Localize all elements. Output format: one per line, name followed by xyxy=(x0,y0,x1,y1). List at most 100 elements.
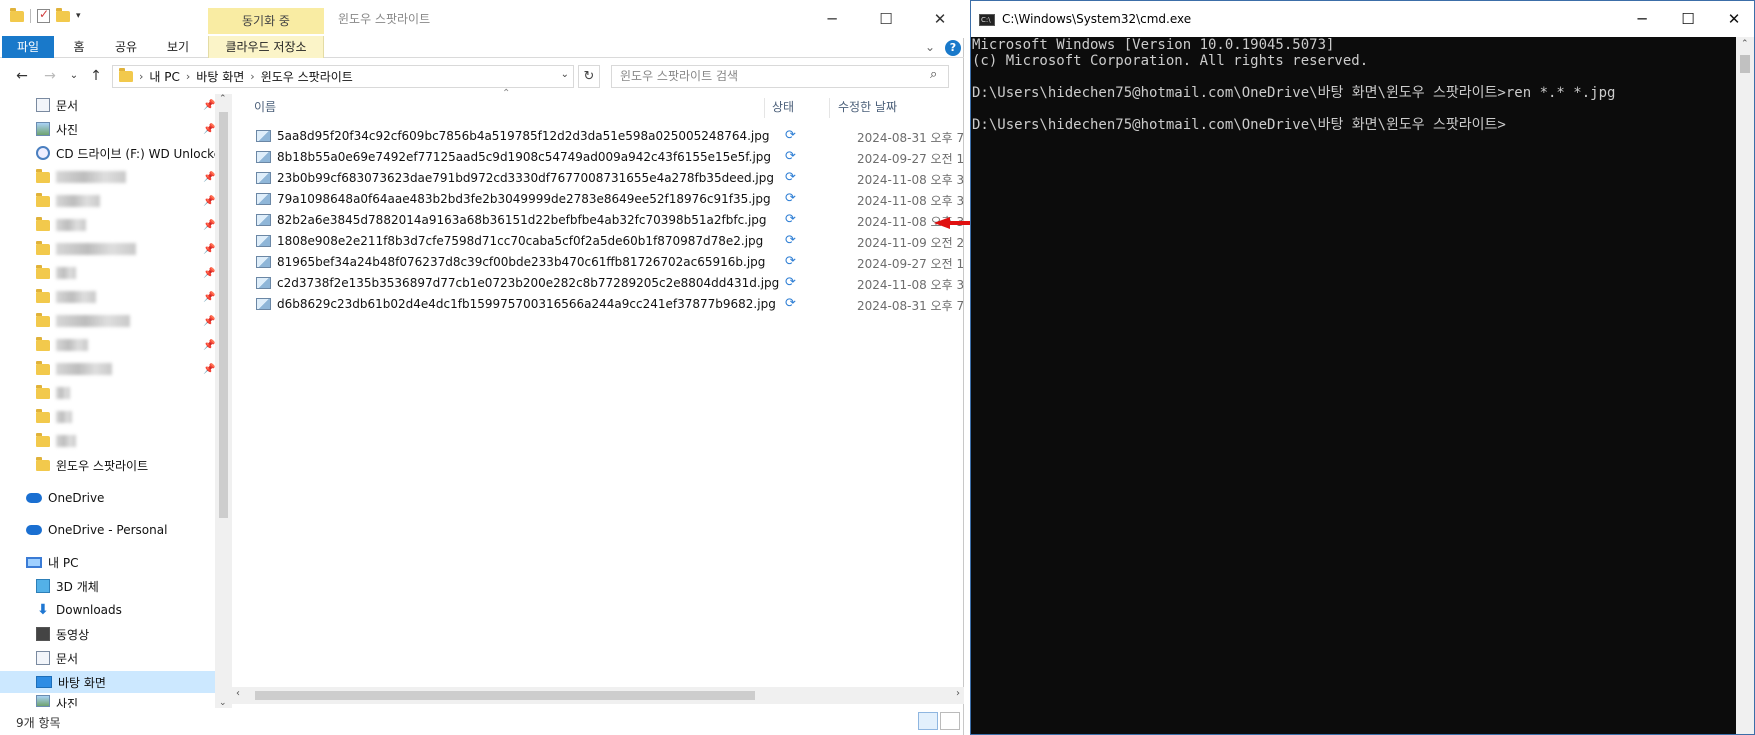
scrollbar-thumb[interactable] xyxy=(219,112,228,518)
nav-item-blurred-folder[interactable] xyxy=(0,406,215,428)
nav-item-blurred-folder[interactable]: 📌 xyxy=(0,358,215,380)
nav-item-blurred-folder[interactable] xyxy=(0,382,215,404)
nav-item-pictures[interactable]: 사진 📌 xyxy=(0,118,215,140)
nav-item-pictures-pc[interactable]: 사진 xyxy=(0,695,215,708)
nav-item-blurred-folder[interactable]: 📌 xyxy=(0,190,215,212)
cmd-window-title: C:\Windows\System32\cmd.exe xyxy=(1002,12,1192,26)
nav-item-onedrive-personal[interactable]: OneDrive - Personal xyxy=(0,519,215,541)
file-row[interactable]: 1808e908e2e211f8b3d7cfe7598d71cc70caba5c… xyxy=(252,231,965,252)
nav-item-this-pc[interactable]: 내 PC xyxy=(0,551,215,573)
nav-item-documents-pc[interactable]: 문서 xyxy=(0,647,215,669)
file-row[interactable]: 5aa8d95f20f34c92cf609bc7856b4a519785f12d… xyxy=(252,126,965,147)
properties-icon[interactable] xyxy=(37,7,50,23)
maximize-button[interactable]: ☐ xyxy=(866,6,906,32)
file-row[interactable]: 81965bef34a24b48f076237d8c39cf00bde233b4… xyxy=(252,252,965,273)
column-divider[interactable] xyxy=(764,98,765,118)
file-row[interactable]: 82b2a6e3845d7882014a9163a68b36151d22befb… xyxy=(252,210,965,231)
redacted-folder-name xyxy=(56,363,112,375)
file-row[interactable]: c2d3738f2e135b3536897d77cb1e0723b200e282… xyxy=(252,273,965,294)
column-divider[interactable] xyxy=(829,98,830,118)
column-header-name[interactable]: 이름 xyxy=(254,94,276,120)
chevron-right-icon[interactable]: › xyxy=(139,70,143,83)
close-button[interactable]: ✕ xyxy=(920,6,960,32)
nav-item-blurred-folder[interactable]: 📌 xyxy=(0,214,215,236)
nav-label: 문서 xyxy=(56,651,79,666)
nav-item-videos[interactable]: 동영상 xyxy=(0,623,215,645)
scroll-up-icon[interactable]: ⌃ xyxy=(219,94,227,104)
file-row[interactable]: 79a1098648a0f64aae483b2bd3fe2b3049999de2… xyxy=(252,189,965,210)
file-list-horizontal-scrollbar[interactable]: ‹ › xyxy=(232,687,964,704)
column-header-modified[interactable]: 수정한 날짜 xyxy=(838,94,897,120)
redacted-folder-name xyxy=(56,435,76,447)
details-view-icon[interactable] xyxy=(918,712,938,730)
close-button[interactable]: ✕ xyxy=(1711,6,1755,32)
tab-view[interactable]: 보기 xyxy=(162,36,194,58)
nav-item-spotlight[interactable]: 윈도우 스팟라이트 xyxy=(0,454,215,476)
nav-item-blurred-folder[interactable]: 📌 xyxy=(0,334,215,356)
search-input[interactable]: 윈도우 스팟라이트 검색 xyxy=(611,65,949,88)
nav-item-downloads[interactable]: ⬇ Downloads xyxy=(0,599,215,621)
minimize-button[interactable]: ─ xyxy=(812,6,852,32)
tab-home[interactable]: 홈 xyxy=(66,36,92,58)
scroll-up-icon[interactable]: ⌃ xyxy=(1741,39,1749,49)
nav-pane-scrollbar[interactable]: ⌃ ⌄ xyxy=(215,94,232,708)
console-output[interactable]: Microsoft Windows [Version 10.0.19045.50… xyxy=(971,37,1736,734)
column-header-status[interactable]: 상태 xyxy=(772,94,794,120)
new-folder-icon[interactable] xyxy=(56,7,70,22)
scroll-left-icon[interactable]: ‹ xyxy=(236,688,240,699)
breadcrumb-desktop[interactable]: 바탕 화면 xyxy=(196,68,244,85)
address-bar[interactable]: › 내 PC › 바탕 화면 › 윈도우 스팟라이트 ⌄ xyxy=(112,65,574,88)
nav-item-blurred-folder[interactable]: 📌 xyxy=(0,310,215,332)
scroll-down-icon[interactable]: ⌄ xyxy=(219,698,227,708)
recent-locations-chevron-icon[interactable]: ⌄ xyxy=(64,66,84,86)
breadcrumb-spotlight[interactable]: 윈도우 스팟라이트 xyxy=(261,68,353,85)
scroll-right-icon[interactable]: › xyxy=(956,688,960,699)
scrollbar-thumb[interactable] xyxy=(1740,55,1750,73)
sync-pending-icon: ⟳ xyxy=(785,191,796,206)
search-icon[interactable]: ⌕ xyxy=(930,67,958,82)
expand-ribbon-icon[interactable]: ⌄ xyxy=(925,36,935,58)
folder-icon xyxy=(36,216,50,231)
chevron-down-icon[interactable]: ⌄ xyxy=(561,69,569,80)
nav-item-blurred-folder[interactable]: 📌 xyxy=(0,262,215,284)
nav-item-blurred-folder[interactable]: 📌 xyxy=(0,238,215,260)
nav-item-blurred-folder[interactable] xyxy=(0,430,215,452)
console-scrollbar[interactable]: ⌃ xyxy=(1736,37,1754,734)
minimize-button[interactable]: ─ xyxy=(1619,6,1665,32)
nav-item-desktop-selected[interactable]: 바탕 화면 xyxy=(0,671,215,693)
forward-arrow-icon[interactable]: → xyxy=(40,66,60,86)
nav-item-3d-objects[interactable]: 3D 개체 xyxy=(0,575,215,597)
up-arrow-icon[interactable]: ↑ xyxy=(86,66,106,86)
folder-icon xyxy=(119,68,133,82)
breadcrumb-this-pc[interactable]: 내 PC xyxy=(149,68,179,85)
tab-cloud-storage[interactable]: 클라우드 저장소 xyxy=(208,36,324,58)
large-icons-view-icon[interactable] xyxy=(940,712,960,730)
pin-icon: 📌 xyxy=(203,267,215,279)
file-row[interactable]: d6b8629c23db61b02d4e4dc1fb15997570031656… xyxy=(252,294,965,315)
tab-share[interactable]: 공유 xyxy=(110,36,142,58)
maximize-button[interactable]: ☐ xyxy=(1665,6,1711,32)
redacted-folder-name xyxy=(56,315,130,327)
customize-toolbar-dropdown-icon[interactable]: ▾ xyxy=(76,11,81,21)
file-row[interactable]: 8b18b55a0e69e7492ef77125aad5c9d1908c5474… xyxy=(252,147,965,168)
refresh-button[interactable]: ↻ xyxy=(578,65,600,88)
tab-file[interactable]: 파일 xyxy=(2,36,54,58)
chevron-right-icon[interactable]: › xyxy=(186,70,190,83)
scrollbar-thumb[interactable] xyxy=(255,691,755,700)
pin-icon: 📌 xyxy=(203,171,215,183)
sync-context-tab-header: 동기화 중 xyxy=(208,8,324,34)
nav-item-onedrive[interactable]: OneDrive xyxy=(0,487,215,509)
nav-item-blurred-folder[interactable]: 📌 xyxy=(0,166,215,188)
onedrive-cloud-icon xyxy=(26,493,42,503)
nav-item-blurred-folder[interactable]: 📌 xyxy=(0,286,215,308)
chevron-right-icon[interactable]: › xyxy=(250,70,254,83)
nav-item-cd-drive[interactable]: CD 드라이브 (F:) WD Unlocker xyxy=(0,142,215,164)
nav-label: CD 드라이브 (F:) WD Unlocker xyxy=(56,146,215,161)
nav-item-documents[interactable]: 문서 📌 xyxy=(0,94,215,116)
back-arrow-icon[interactable]: ← xyxy=(12,66,32,86)
redacted-folder-name xyxy=(56,243,136,255)
help-icon[interactable]: ? xyxy=(945,40,961,56)
item-count: 9개 항목 xyxy=(16,716,61,730)
file-row[interactable]: 23b0b99cf683073623dae791bd972cd3330df767… xyxy=(252,168,965,189)
